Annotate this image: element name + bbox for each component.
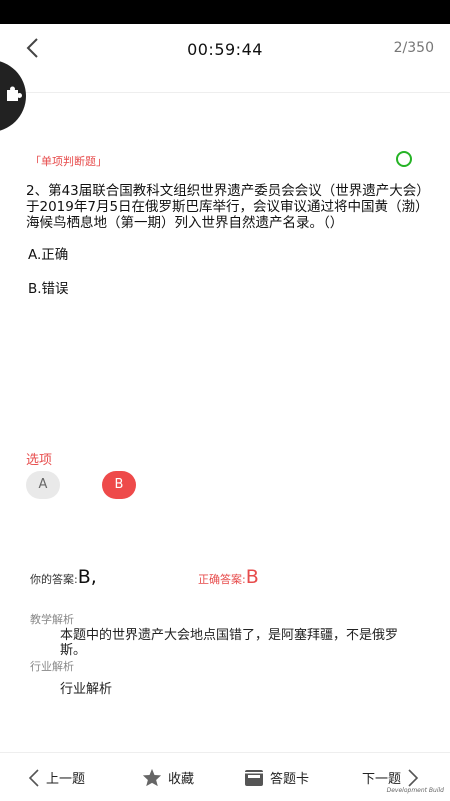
answer-card-button[interactable]: 答题卡 [244, 768, 309, 787]
your-answer-value: B, [77, 566, 97, 588]
your-answer: 你的答案:B, [30, 566, 97, 588]
industry-analysis-text: 行业解析 [60, 682, 113, 697]
timer: 00:59:44 [187, 40, 263, 59]
prev-question-button[interactable]: 上一题 [28, 768, 85, 787]
chevron-right-icon [408, 768, 419, 787]
next-question-button[interactable]: 下一题 [362, 768, 419, 787]
status-bar [0, 0, 450, 24]
teaching-analysis-text: 本题中的世界遗产大会地点国错了，是阿塞拜疆，不是俄罗斯。 [60, 628, 399, 658]
status-circle-icon [396, 151, 412, 167]
option-a[interactable]: A.正确 [28, 243, 68, 263]
choice-a-button[interactable]: A [26, 471, 60, 499]
industry-analysis-title: 行业解析 [30, 660, 74, 673]
option-b[interactable]: B.错误 [28, 277, 69, 297]
question-text: 2、第43届联合国教科文组织世界遗产委员会会议（世界遗产大会）于2019年7月5… [26, 183, 424, 231]
star-icon [142, 768, 162, 787]
puzzle-icon[interactable] [4, 84, 24, 104]
choices-label: 选项 [26, 453, 53, 468]
correct-answer: 正确答案:B [198, 566, 259, 588]
chevron-left-icon [28, 768, 39, 787]
favorite-label: 收藏 [168, 772, 195, 787]
next-question-label: 下一题 [362, 772, 402, 787]
correct-answer-value: B [245, 566, 259, 588]
question-type-label: 「单项判断题」 [30, 155, 107, 168]
question-progress: 2/350 [393, 40, 434, 56]
correct-answer-label: 正确答案: [198, 573, 246, 586]
watermark: Development Build [386, 787, 444, 794]
answer-card-label: 答题卡 [270, 772, 310, 787]
answer-card-icon [245, 769, 263, 786]
prev-question-label: 上一题 [46, 772, 86, 787]
teaching-analysis-title: 教学解析 [30, 613, 74, 626]
favorite-button[interactable]: 收藏 [142, 768, 194, 787]
choice-b-button[interactable]: B [102, 471, 136, 499]
your-answer-label: 你的答案: [30, 573, 78, 586]
